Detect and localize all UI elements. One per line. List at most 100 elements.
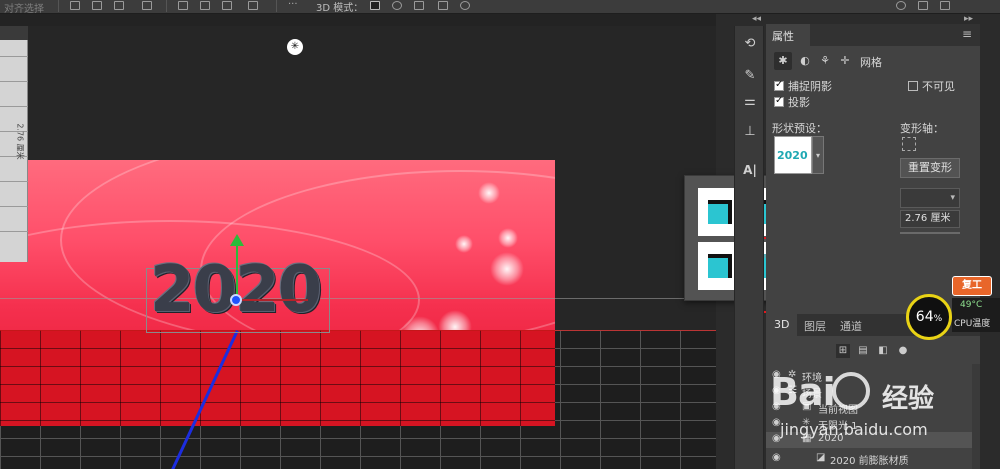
grid-line bbox=[0, 106, 28, 107]
mesh-icon: ▦ bbox=[802, 433, 812, 444]
catch-shadow-checkbox[interactable] bbox=[774, 79, 784, 91]
grid-line bbox=[0, 181, 28, 182]
collapse-right-icon[interactable]: ▸▸ bbox=[964, 14, 973, 24]
preset-thumb-text: 2020 bbox=[777, 149, 808, 162]
reset-deform-button[interactable]: 重置变形 bbox=[900, 158, 960, 178]
more-icon[interactable]: ··· bbox=[288, 0, 298, 10]
light-glow bbox=[490, 252, 524, 286]
list-item[interactable]: ◉ ▣ 当前视图 bbox=[766, 400, 980, 416]
light-glow bbox=[498, 228, 518, 248]
cube-icon bbox=[708, 200, 732, 224]
y-axis-arrow-icon[interactable] bbox=[230, 234, 244, 246]
search-icon[interactable] bbox=[896, 1, 906, 10]
layers-scrollbar[interactable] bbox=[972, 364, 980, 469]
separator bbox=[276, 0, 277, 12]
distribute-icon[interactable] bbox=[178, 1, 188, 10]
brush-icon[interactable]: ✎ bbox=[742, 68, 758, 84]
cpu-temp-label: CPU温度 bbox=[954, 319, 991, 329]
x-axis[interactable] bbox=[240, 299, 308, 301]
extrusion-dropdown[interactable]: ▾ bbox=[900, 188, 960, 208]
scene-icon: ☷ bbox=[788, 385, 797, 396]
panel-tool-strip: ⟲ ✎ ⚌ ⊥ A| bbox=[734, 26, 764, 469]
cube-icon bbox=[708, 254, 732, 278]
scale-3d-icon[interactable] bbox=[460, 1, 470, 10]
eye-icon[interactable]: ◉ bbox=[772, 417, 781, 428]
history-icon[interactable]: ⟲ bbox=[742, 36, 758, 52]
slide-3d-icon[interactable] bbox=[438, 1, 448, 10]
roll-3d-icon[interactable] bbox=[392, 1, 402, 10]
list-item[interactable]: ◉ ▦ 2020 bbox=[766, 432, 980, 448]
list-item[interactable]: ◉ ✳ 无限光 1 bbox=[766, 416, 980, 432]
invisible-label: 不可见 bbox=[922, 80, 955, 93]
camera-icon: ▣ bbox=[802, 401, 812, 412]
mesh-props-icon[interactable]: ✱ bbox=[774, 52, 792, 70]
row-label: 场景 bbox=[802, 389, 822, 400]
align-top-icon[interactable] bbox=[142, 1, 152, 10]
distribute-space-icon[interactable] bbox=[248, 1, 258, 10]
collapse-left-icon[interactable]: ◂◂ bbox=[752, 14, 761, 24]
list-item[interactable]: ◉ ◪ 2020 前膨胀材质 bbox=[766, 451, 980, 467]
drag-3d-icon[interactable] bbox=[414, 1, 424, 10]
tab-layers[interactable]: 图层 bbox=[796, 314, 834, 336]
horizon-line bbox=[0, 298, 716, 299]
align-left-icon[interactable] bbox=[70, 1, 80, 10]
mesh-filter-icon[interactable]: ▤ bbox=[856, 344, 870, 358]
cpu-widget[interactable]: 复工 64% 49°C CPU温度 bbox=[904, 272, 1000, 342]
distribute-v-icon[interactable] bbox=[200, 1, 210, 10]
row-label: 2020 前膨胀材质 bbox=[830, 456, 909, 467]
light-source-icon[interactable]: ✳ bbox=[287, 39, 303, 55]
chevron-down-icon[interactable]: ▾ bbox=[812, 136, 824, 174]
tab-channels[interactable]: 通道 bbox=[832, 314, 870, 336]
separator bbox=[166, 0, 167, 12]
material-filter-icon[interactable]: ◧ bbox=[876, 344, 890, 358]
depth-slider[interactable] bbox=[900, 232, 960, 234]
eye-icon[interactable]: ◉ bbox=[772, 433, 781, 444]
eye-icon[interactable]: ◉ bbox=[772, 401, 781, 412]
material-icon: ◪ bbox=[816, 452, 826, 463]
y-axis[interactable] bbox=[236, 238, 238, 300]
3d-mode-label: 3D 模式： bbox=[316, 3, 364, 14]
workspace-icon[interactable] bbox=[918, 1, 928, 10]
eye-icon[interactable]: ◉ bbox=[772, 385, 781, 396]
eye-icon[interactable]: ◉ bbox=[772, 452, 781, 463]
cast-shadow-checkbox[interactable] bbox=[774, 95, 784, 107]
grid-line bbox=[0, 81, 28, 82]
status-badge: 复工 bbox=[952, 276, 992, 296]
list-item[interactable]: ◉ ✲ 环境 bbox=[766, 368, 980, 384]
light-filter-icon[interactable]: ● bbox=[896, 344, 910, 358]
distribute-h-icon[interactable] bbox=[222, 1, 232, 10]
coordinates-icon[interactable]: ✛ bbox=[836, 52, 854, 70]
align-right-icon[interactable] bbox=[114, 1, 124, 10]
stamp-icon[interactable]: ⊥ bbox=[742, 124, 758, 140]
deform-icon[interactable]: ◐ bbox=[796, 52, 814, 70]
cpu-percent: 64 bbox=[915, 309, 934, 325]
extrusion-depth-field[interactable]: 2.76 厘米 bbox=[900, 210, 960, 228]
shape-preset-thumbnail[interactable]: 2020 bbox=[774, 136, 812, 174]
cpu-usage-ring: 64% bbox=[906, 294, 952, 340]
align-center-icon[interactable] bbox=[92, 1, 102, 10]
adjust-icon[interactable]: ⚌ bbox=[742, 94, 758, 110]
mesh-label: 网格 bbox=[860, 56, 882, 69]
properties-panel: 属性 ≡ ✱ ◐ ⚘ ✛ 网格 捕捉阴影 不可见 投影 形状预设： 变形轴： 2… bbox=[766, 24, 980, 469]
tab-3d[interactable]: 3D bbox=[766, 314, 798, 336]
share-icon[interactable] bbox=[940, 1, 950, 10]
scene-filter-icon[interactable]: ⊞ bbox=[836, 344, 850, 358]
options-bar: 对齐选择 ··· 3D 模式： bbox=[0, 0, 1000, 15]
grid-line bbox=[0, 231, 28, 232]
gizmo-center[interactable] bbox=[230, 294, 242, 306]
catch-shadow-label: 捕捉阴影 bbox=[788, 80, 832, 93]
photoshop-window: 对齐选择 ··· 3D 模式： 2.76 厘米 2020 ✳ ◂◂ ⟲ ✎ ⚌ … bbox=[0, 0, 1000, 469]
properties-tab[interactable]: 属性 bbox=[766, 24, 810, 46]
list-item[interactable]: ◉ ☷ 场景 bbox=[766, 384, 980, 400]
invisible-checkbox[interactable] bbox=[908, 81, 918, 91]
orbit-3d-icon[interactable] bbox=[370, 1, 380, 10]
align-label: 对齐选择 bbox=[4, 4, 44, 15]
deform-axis-icon[interactable] bbox=[902, 137, 916, 151]
grid-line bbox=[0, 56, 28, 57]
row-label: 无限光 1 bbox=[818, 421, 858, 432]
row-label: 2020 bbox=[818, 433, 844, 444]
panel-menu-icon[interactable]: ≡ bbox=[962, 27, 972, 41]
glyph-icon[interactable]: A| bbox=[742, 162, 758, 178]
eye-icon[interactable]: ◉ bbox=[772, 369, 781, 380]
cap-icon[interactable]: ⚘ bbox=[816, 52, 834, 70]
